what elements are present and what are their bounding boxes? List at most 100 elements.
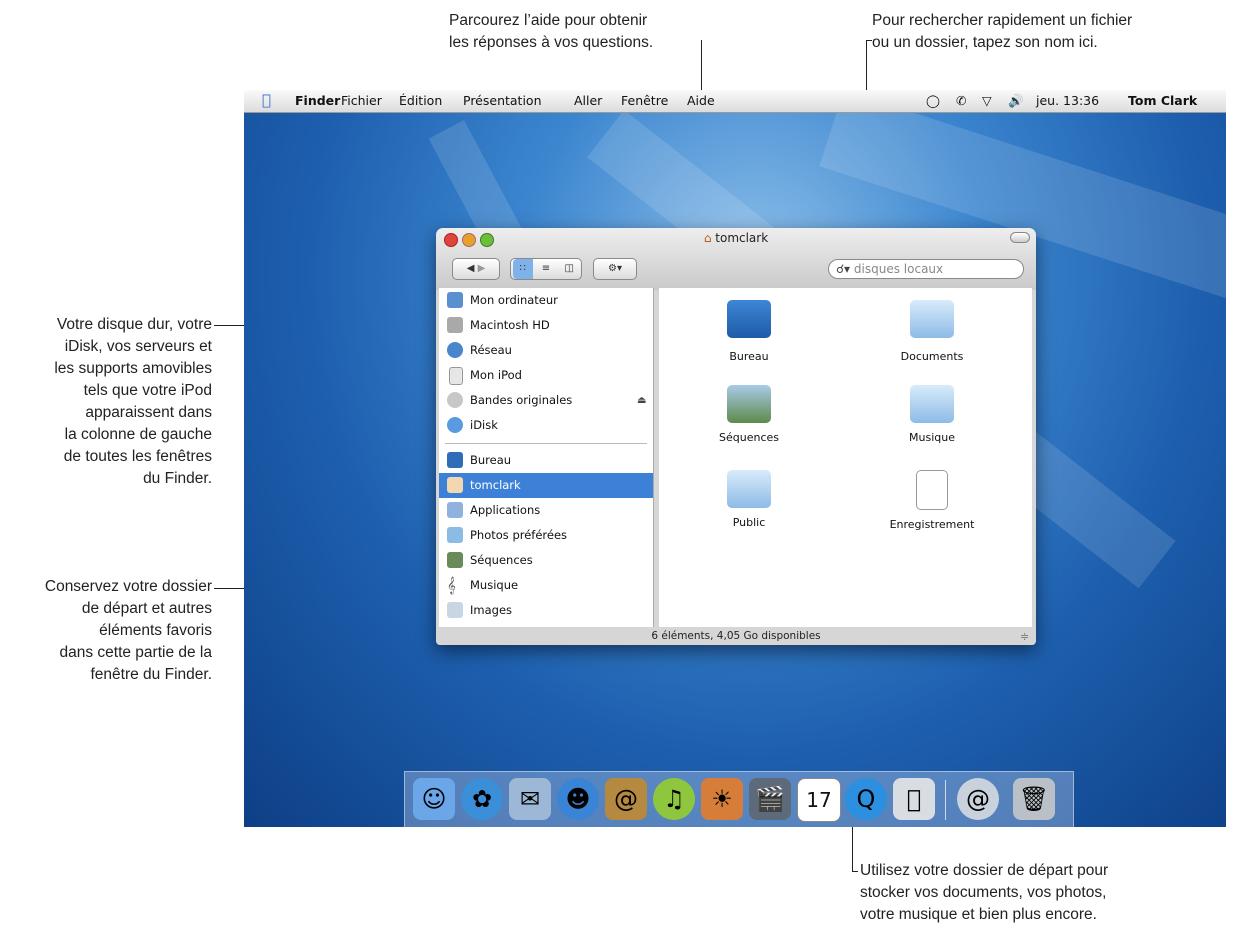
file-item-label: Séquences [719,431,779,444]
callout-text: éléments favoris [99,622,212,639]
computer-icon [447,292,463,308]
forward-arrow-icon[interactable]: ▶ [478,263,486,274]
sidebar-item-reseau[interactable]: Réseau [439,338,653,363]
menu-aide[interactable]: Aide [687,93,715,108]
dock-divider [945,780,946,820]
gear-icon[interactable]: ⚙▾ [608,263,622,274]
hard-drive-icon [447,317,463,333]
column-view-icon[interactable]: ◫ [559,259,579,279]
callout-line [852,871,858,872]
menu-presentation[interactable]: Présentation [463,93,542,108]
sidebar-item-sequences[interactable]: Séquences [439,548,653,573]
imovie-dock-icon[interactable]: 🎬 [749,778,791,820]
file-item-label: Bureau [729,350,769,363]
file-item-enregistrement[interactable]: Enregistrement [862,470,1002,531]
callout-text: Pour rechercher rapidement un fichier [872,12,1133,29]
menu-fenetre[interactable]: Fenêtre [621,93,668,108]
sidebar-item-bandes-originales[interactable]: Bandes originales ⏏ [439,388,653,413]
trash-icon[interactable]: 🗑 [1013,778,1055,820]
applications-folder-icon [447,502,463,518]
file-item-public[interactable]: Public [679,470,819,529]
resize-grip-icon[interactable]: ≑ [1020,630,1029,643]
callout-text: iDisk, vos serveurs et [64,338,212,355]
back-arrow-icon[interactable]: ◀ [467,263,475,274]
airport-icon[interactable]: ▽ [982,93,992,108]
file-item-bureau[interactable]: Bureau [679,300,819,363]
menu-aller[interactable]: Aller [574,93,602,108]
sidebar-item-label: Musique [470,578,519,592]
sidebar-item-tomclark[interactable]: tomclark [439,473,653,498]
sidebar-item-musique[interactable]: 𝄞 Musique [439,573,653,598]
sidebar-item-label: Séquences [470,553,533,567]
search-icon: ☌▾ [836,262,851,276]
finder-dock-icon[interactable]: ☺ [413,778,455,820]
sidebar-item-label: Macintosh HD [470,318,550,332]
callout-text: votre musique et bien plus encore. [860,906,1097,923]
quicktime-dock-icon[interactable]: Q [845,778,887,820]
menu-edition[interactable]: Édition [399,93,442,108]
sidebar-item-label: Bandes originales [470,393,573,407]
sidebar-item-label: Réseau [470,343,512,357]
apple-icon[interactable]:  [262,91,271,109]
sidebar-item-applications[interactable]: Applications [439,498,653,523]
itunes-dock-icon[interactable]: ♫ [653,778,695,820]
ical-dock-icon[interactable]: 17 [797,778,841,822]
sidebar-item-images[interactable]: Images [439,598,653,623]
sidebar-item-label: Applications [470,503,541,517]
callout-help: Parcourez l’aide pour obtenir les répons… [449,10,653,54]
safari-dock-icon[interactable]: ✿ [461,778,503,820]
public-folder-icon [727,470,771,508]
content-area: Bureau Documents Séquences Musique Publi… [659,288,1032,627]
pictures-folder-icon [447,602,463,618]
sidebar-item-label: Mon ordinateur [470,293,558,307]
cd-icon [447,392,463,408]
music-folder-icon [910,385,954,423]
ichat-dock-icon[interactable]: ☻ [557,778,599,820]
callout-text: les supports amovibles [54,360,212,377]
iphoto-dock-icon[interactable]: ☀ [701,778,743,820]
back-forward-button[interactable]: ◀ ▶ [452,258,500,280]
file-item-musique[interactable]: Musique [862,385,1002,444]
file-item-documents[interactable]: Documents [862,300,1002,363]
sidebar-item-idisk[interactable]: iDisk [439,413,653,438]
toolbar-toggle-button[interactable] [1010,232,1030,243]
menu-user[interactable]: Tom Clark [1128,93,1197,108]
action-button[interactable]: ⚙▾ [593,258,637,280]
desktop-folder-icon [447,452,463,468]
network-globe-icon [447,342,463,358]
menu-fichier[interactable]: Fichier [341,93,382,108]
callout-text: ou un dossier, tapez son nom ici. [872,34,1098,51]
callout-home: Utilisez votre dossier de départ pour st… [860,860,1108,926]
sidebar-item-photos-preferees[interactable]: Photos préférées [439,523,653,548]
sidebar-item-macintosh-hd[interactable]: Macintosh HD [439,313,653,338]
ipod-icon [449,367,463,385]
address-book-dock-icon[interactable]: @ [605,778,647,820]
menu-clock[interactable]: jeu. 13:36 [1036,93,1099,108]
search-field[interactable]: ☌▾ disques locaux [828,259,1024,279]
system-preferences-dock-icon[interactable]:  [893,778,935,820]
volume-icon[interactable]: 🔊 [1008,93,1024,109]
desktop:  Finder Fichier Édition Présentation Al… [244,90,1226,827]
callout-text: dans cette partie de la [59,644,212,661]
sidebar-item-bureau[interactable]: Bureau [439,448,653,473]
window-title: ⌂ tomclark [436,231,1036,245]
phone-icon[interactable]: ✆ [956,93,966,108]
internet-connect-dock-icon[interactable]: @ [957,778,999,820]
eject-icon[interactable]: ⏏ [637,388,646,413]
sidebar-item-label: Mon iPod [470,368,522,382]
ichat-status-icon[interactable]: ◯ [926,93,940,108]
file-item-sequences[interactable]: Séquences [679,385,819,444]
icon-view-icon[interactable]: ∷ [512,259,533,279]
callout-search: Pour rechercher rapidement un fichier ou… [872,10,1132,54]
idisk-icon [447,417,463,433]
mail-dock-icon[interactable]: ✉ [509,778,551,820]
callout-text: Parcourez l’aide pour obtenir [449,12,648,29]
callout-text: tels que votre iPod [83,382,212,399]
sidebar-item-mon-ipod[interactable]: Mon iPod [439,363,653,388]
view-mode-control[interactable]: ∷ ≡ ◫ [510,258,582,280]
sidebar-item-mon-ordinateur[interactable]: Mon ordinateur [439,288,653,313]
callout-text: Conservez votre dossier [44,578,212,595]
menu-finder[interactable]: Finder [295,93,340,108]
list-view-icon[interactable]: ≡ [536,259,556,279]
movies-folder-icon [727,385,771,423]
